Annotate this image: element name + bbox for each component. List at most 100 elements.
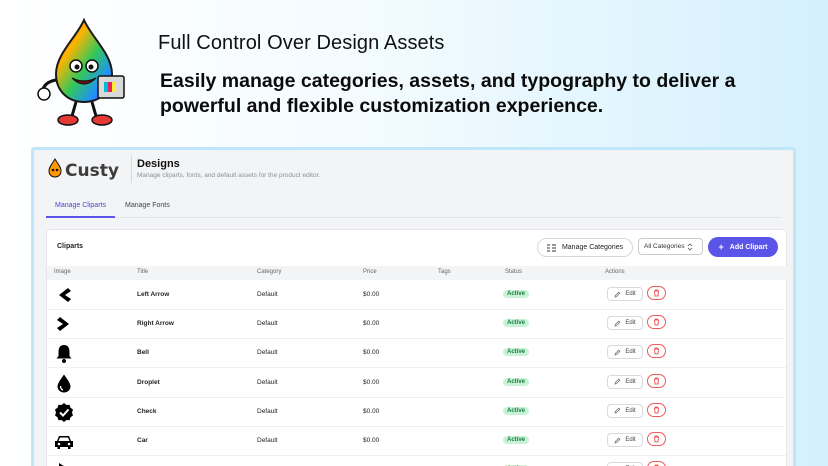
delete-button[interactable] <box>647 432 666 446</box>
table-row: Check Default $0.00 Active Edit <box>47 398 788 427</box>
column-header-tags: Tags <box>438 269 451 275</box>
cell-category: Default <box>257 320 278 328</box>
status-badge: Active <box>503 319 530 328</box>
add-clipart-label: Add Clipart <box>729 243 768 251</box>
pencil-icon <box>614 291 621 297</box>
mascot-illustration <box>37 17 125 126</box>
column-header-actions: Actions <box>605 269 625 275</box>
page-description: Manage cliparts, fonts, and default asse… <box>137 172 321 179</box>
trash-icon <box>654 406 659 414</box>
delete-button[interactable] <box>647 373 666 388</box>
cell-title: Bell <box>137 349 149 357</box>
tab-manage-cliparts[interactable]: Manage Cliparts <box>46 202 115 218</box>
delete-button[interactable] <box>647 286 666 300</box>
cliparts-card: Cliparts Manage Categories All Categorie… <box>46 229 788 466</box>
column-header-status: Status <box>505 269 523 275</box>
cell-price: $0.00 <box>363 378 380 386</box>
pencil-icon <box>614 349 621 356</box>
logo-text: Custy <box>65 161 119 181</box>
category-select-value: All Categories <box>644 243 685 250</box>
cell-category: Default <box>257 291 278 298</box>
edit-button[interactable]: Edit <box>607 287 643 301</box>
cell-title: Check <box>137 407 157 415</box>
edit-button[interactable]: Edit <box>607 403 643 418</box>
cell-price: $0.00 <box>363 320 380 328</box>
cell-title: Droplet <box>137 378 160 386</box>
delete-button[interactable] <box>647 461 666 466</box>
delete-button[interactable] <box>647 315 666 330</box>
trash-icon <box>654 377 659 384</box>
cell-title: Car <box>137 437 148 444</box>
edit-label: Edit <box>625 349 636 356</box>
table-header: Image Title Category Price Tags Status A… <box>47 266 788 280</box>
page-title: Designs <box>137 158 180 170</box>
custy-logo: Custy <box>48 158 119 181</box>
pencil-icon <box>614 407 621 414</box>
cell-price: $0.00 <box>363 349 380 357</box>
manage-categories-label: Manage Categories <box>561 244 624 251</box>
add-clipart-button[interactable]: + Add Clipart <box>708 237 778 257</box>
column-header-category: Category <box>257 269 282 275</box>
edit-label: Edit <box>625 437 636 443</box>
edit-label: Edit <box>625 378 636 385</box>
table-row: Left Arrow Default $0.00 Active Edit <box>47 281 788 310</box>
left-arrow-icon <box>59 288 71 302</box>
table-row: Car Default $0.00 Active Edit <box>47 427 788 456</box>
right-arrow-icon <box>57 317 69 332</box>
trash-icon <box>654 318 659 326</box>
cell-title: Left Arrow <box>137 291 170 298</box>
manage-categories-button[interactable]: Manage Categories <box>537 238 633 257</box>
pencil-icon <box>614 320 621 327</box>
status-badge: Active <box>503 348 530 357</box>
plus-icon: + <box>718 241 724 252</box>
status-badge: Active <box>503 290 530 298</box>
column-header-price: Price <box>363 269 377 275</box>
trash-icon <box>654 347 659 355</box>
column-header-title: Title <box>137 269 149 275</box>
hero-title: Full Control Over Design Assets <box>158 32 445 54</box>
category-select[interactable]: All Categories <box>638 238 703 255</box>
cell-category: Default <box>257 407 278 415</box>
cell-category: Default <box>257 349 278 357</box>
trash-icon <box>654 289 659 297</box>
edit-button[interactable]: Edit <box>607 316 643 331</box>
tab-bar: Manage Cliparts Manage Fonts <box>46 194 781 218</box>
categories-icon <box>546 244 556 251</box>
cell-price: $0.00 <box>363 437 380 444</box>
pencil-icon <box>614 378 621 385</box>
edit-label: Edit <box>625 291 636 297</box>
status-badge: Active <box>503 406 530 415</box>
trash-icon <box>654 435 659 443</box>
cell-title: Right Arrow <box>137 320 174 328</box>
table-row: ActiveEdit <box>47 456 788 466</box>
chevron-updown-icon <box>688 242 693 251</box>
car-icon <box>55 436 73 449</box>
status-badge: Active <box>503 436 530 444</box>
edit-label: Edit <box>625 320 636 327</box>
table-row: Bell Default $0.00 Active Edit <box>47 339 788 369</box>
droplet-icon <box>57 374 71 393</box>
play-icon <box>59 463 64 466</box>
edit-button[interactable]: Edit <box>607 433 643 447</box>
cell-price: $0.00 <box>363 291 380 298</box>
cell-price: $0.00 <box>363 407 380 415</box>
delete-button[interactable] <box>647 344 666 359</box>
edit-label: Edit <box>625 407 636 414</box>
delete-button[interactable] <box>647 402 666 417</box>
check-badge-icon <box>55 402 73 422</box>
cell-category: Default <box>257 437 278 444</box>
card-title: Cliparts <box>57 243 84 250</box>
tab-manage-fonts[interactable]: Manage Fonts <box>125 202 170 209</box>
header-divider <box>131 155 132 183</box>
table-row: Droplet Default $0.00 Active Edit <box>47 369 788 398</box>
table-row: Right Arrow Default $0.00 Active Edit <box>47 310 788 340</box>
edit-button[interactable]: Edit <box>607 345 643 360</box>
cell-category: Default <box>257 378 278 386</box>
app-header: Custy Designs Manage cliparts, fonts, an… <box>34 150 793 190</box>
bell-icon <box>56 345 72 364</box>
edit-button[interactable]: Edit <box>607 374 643 389</box>
status-badge: Active <box>503 377 530 386</box>
app-window: Custy Designs Manage cliparts, fonts, an… <box>31 147 796 466</box>
column-header-image: Image <box>54 269 71 275</box>
edit-button[interactable]: Edit <box>607 462 643 466</box>
